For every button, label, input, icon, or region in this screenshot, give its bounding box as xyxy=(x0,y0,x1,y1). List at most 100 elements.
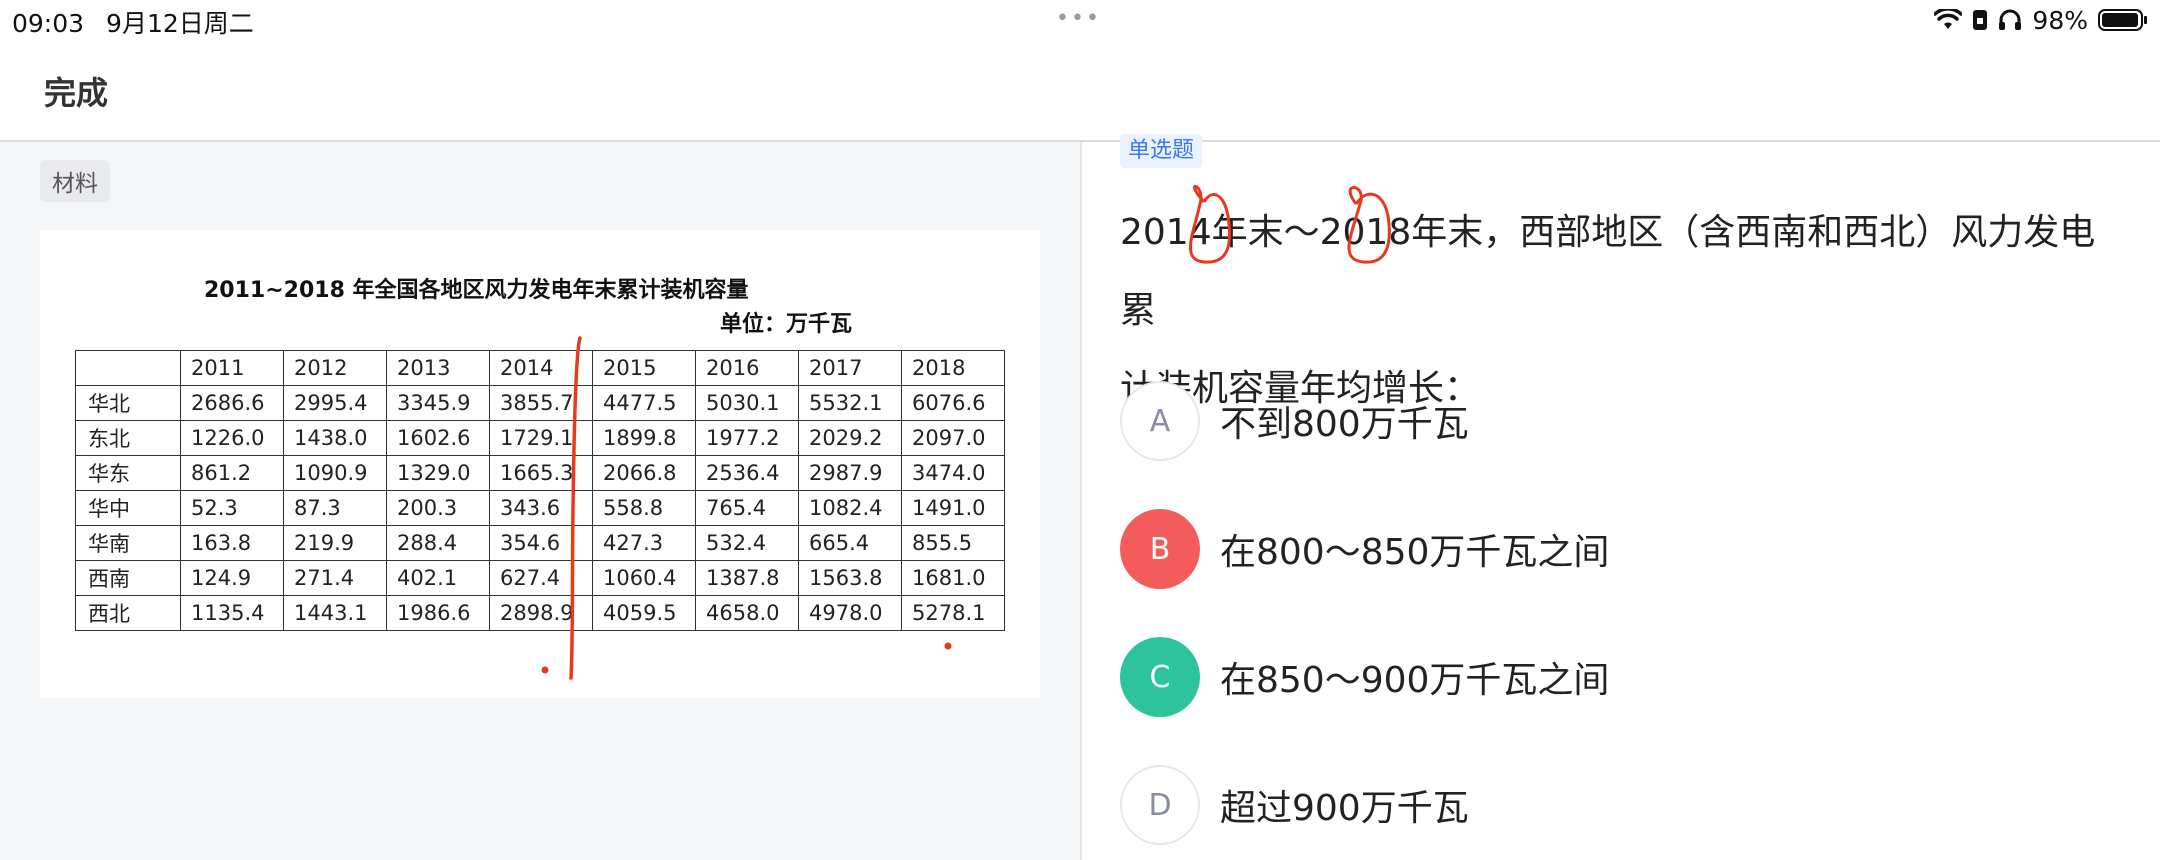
table-cell: 200.3 xyxy=(386,490,490,526)
table-cell: 2987.9 xyxy=(798,455,902,491)
table-cell: 1135.4 xyxy=(180,595,284,631)
question-text-line-1: 2014年末～2018年末，西部地区（含西南和西北）风力发电累 xyxy=(1120,212,2096,331)
table-header-cell: 2012 xyxy=(283,350,387,386)
option-b-letter: B xyxy=(1120,509,1200,589)
battery-percent: 98% xyxy=(2032,5,2088,35)
table-cell: 1491.0 xyxy=(901,490,1005,526)
done-button[interactable]: 完成 xyxy=(44,68,108,114)
status-bar: 09:03 9月12日周二 ••• 98% xyxy=(0,0,2160,40)
status-icons: 98% xyxy=(1934,4,2148,36)
table-cell: 2995.4 xyxy=(283,385,387,421)
table-cell: 87.3 xyxy=(283,490,387,526)
table-row-label: 华南 xyxy=(75,525,181,561)
status-time: 09:03 xyxy=(12,9,85,38)
table-row-label: 华北 xyxy=(75,385,181,421)
table-header-cell: 2018 xyxy=(901,350,1005,386)
table-cell: 5532.1 xyxy=(798,385,902,421)
table-cell: 3474.0 xyxy=(901,455,1005,491)
top-bar: 完成 xyxy=(0,40,2160,142)
question-panel[interactable]: 单选题 2014年末～2018年末，西部地区（含西南和西北）风力发电累 计装机容… xyxy=(1082,134,2160,860)
table-cell: 52.3 xyxy=(180,490,284,526)
table-row: 华北 2686.6 2995.4 3345.9 3855.7 4477.5 5030.1 55… xyxy=(75,385,1005,421)
table-cell: 219.9 xyxy=(283,525,387,561)
table-cell: 765.4 xyxy=(695,490,799,526)
table-cell: 1977.2 xyxy=(695,420,799,456)
table-row-label: 东北 xyxy=(75,420,181,456)
material-figure: 2011~2018 年全国各地区风力发电年末累计装机容量 单位：万千瓦 2011… xyxy=(40,230,1040,698)
material-tag: 材料 xyxy=(40,160,110,202)
table-cell: 1899.8 xyxy=(592,420,696,456)
option-a-letter: A xyxy=(1120,381,1200,461)
table-cell: 558.8 xyxy=(592,490,696,526)
table-cell: 402.1 xyxy=(386,560,490,596)
table-cell: 855.5 xyxy=(901,525,1005,561)
table-header-cell: 2013 xyxy=(386,350,490,386)
table-cell: 1443.1 xyxy=(283,595,387,631)
table-row-label: 华东 xyxy=(75,455,181,491)
table-cell: 3345.9 xyxy=(386,385,490,421)
option-d-letter: D xyxy=(1120,765,1200,845)
table-row: 西北 1135.4 1443.1 1986.6 2898.9 4059.5 4658.0 49… xyxy=(75,595,1005,631)
table-cell: 1681.0 xyxy=(901,560,1005,596)
table-cell: 1329.0 xyxy=(386,455,490,491)
table-cell: 1563.8 xyxy=(798,560,902,596)
option-b-text: 在800～850万千瓦之间 xyxy=(1220,532,1610,573)
table-cell: 2686.6 xyxy=(180,385,284,421)
table-cell: 4658.0 xyxy=(695,595,799,631)
table-cell: 861.2 xyxy=(180,455,284,491)
table-cell: 2066.8 xyxy=(592,455,696,491)
table-row: 西南 124.9 271.4 402.1 627.4 1060.4 1387.8 1563.8… xyxy=(75,560,1005,596)
option-d-text: 超过900万千瓦 xyxy=(1220,788,1469,829)
table-cell: 6076.6 xyxy=(901,385,1005,421)
table-cell: 1438.0 xyxy=(283,420,387,456)
table-cell: 2536.4 xyxy=(695,455,799,491)
multitasking-dots[interactable]: ••• xyxy=(1056,6,1101,31)
table-cell: 1226.0 xyxy=(180,420,284,456)
table-row-label: 西南 xyxy=(75,560,181,596)
table-cell: 1665.3 xyxy=(489,455,593,491)
wifi-icon xyxy=(1934,9,1963,29)
table-cell: 163.8 xyxy=(180,525,284,561)
option-b[interactable]: B 在800～850万千瓦之间 xyxy=(1120,508,1609,590)
material-panel[interactable]: 材料 2011~2018 年全国各地区风力发电年末累计装机容量 单位：万千瓦 2… xyxy=(0,142,1082,860)
table-cell: 627.4 xyxy=(489,560,593,596)
status-time-date: 09:03 9月12日周二 xyxy=(12,4,276,40)
table-cell: 1602.6 xyxy=(386,420,490,456)
figure-unit: 单位：万千瓦 xyxy=(720,312,853,337)
table-cell: 288.4 xyxy=(386,525,490,561)
table-row-label: 华中 xyxy=(75,490,181,526)
headphones-icon xyxy=(1999,9,2022,30)
table-cell: 4059.5 xyxy=(592,595,696,631)
table-row: 华中 52.3 87.3 200.3 343.6 558.8 765.4 1082.4 1491… xyxy=(75,490,1005,526)
table-cell: 1986.6 xyxy=(386,595,490,631)
portrait-lock-icon xyxy=(1973,10,1988,30)
option-a[interactable]: A 不到800万千瓦 xyxy=(1120,380,1469,462)
table-cell: 124.9 xyxy=(180,560,284,596)
table-cell: 532.4 xyxy=(695,525,799,561)
table-cell: 354.6 xyxy=(489,525,593,561)
table-header-cell: 2011 xyxy=(180,350,284,386)
table-header-cell xyxy=(75,350,181,386)
table-cell: 271.4 xyxy=(283,560,387,596)
table-cell: 2097.0 xyxy=(901,420,1005,456)
table-cell: 343.6 xyxy=(489,490,593,526)
table-header-cell: 2014 xyxy=(489,350,593,386)
table-row: 华南 163.8 219.9 288.4 354.6 427.3 532.4 665.4 855… xyxy=(75,525,1005,561)
table-cell: 1729.1 xyxy=(489,420,593,456)
battery-icon xyxy=(2098,9,2147,31)
status-date: 9月12日周二 xyxy=(106,9,254,38)
table-header-cell: 2017 xyxy=(798,350,902,386)
table-cell: 665.4 xyxy=(798,525,902,561)
table-cell: 1082.4 xyxy=(798,490,902,526)
option-c-letter: C xyxy=(1120,637,1200,717)
table-header-cell: 2016 xyxy=(695,350,799,386)
option-c[interactable]: C 在850～900万千瓦之间 xyxy=(1120,636,1609,718)
table-cell: 2898.9 xyxy=(489,595,593,631)
table-header-row: 2011 2012 2013 2014 2015 2016 2017 2018 xyxy=(75,350,1005,386)
table-cell: 4978.0 xyxy=(798,595,902,631)
table-cell: 3855.7 xyxy=(489,385,593,421)
data-table: 2011 2012 2013 2014 2015 2016 2017 2018 华北 2686.6… xyxy=(75,350,1005,631)
table-cell: 1387.8 xyxy=(695,560,799,596)
question-type-badge: 单选题 xyxy=(1120,134,1203,168)
option-d[interactable]: D 超过900万千瓦 xyxy=(1120,764,1469,846)
